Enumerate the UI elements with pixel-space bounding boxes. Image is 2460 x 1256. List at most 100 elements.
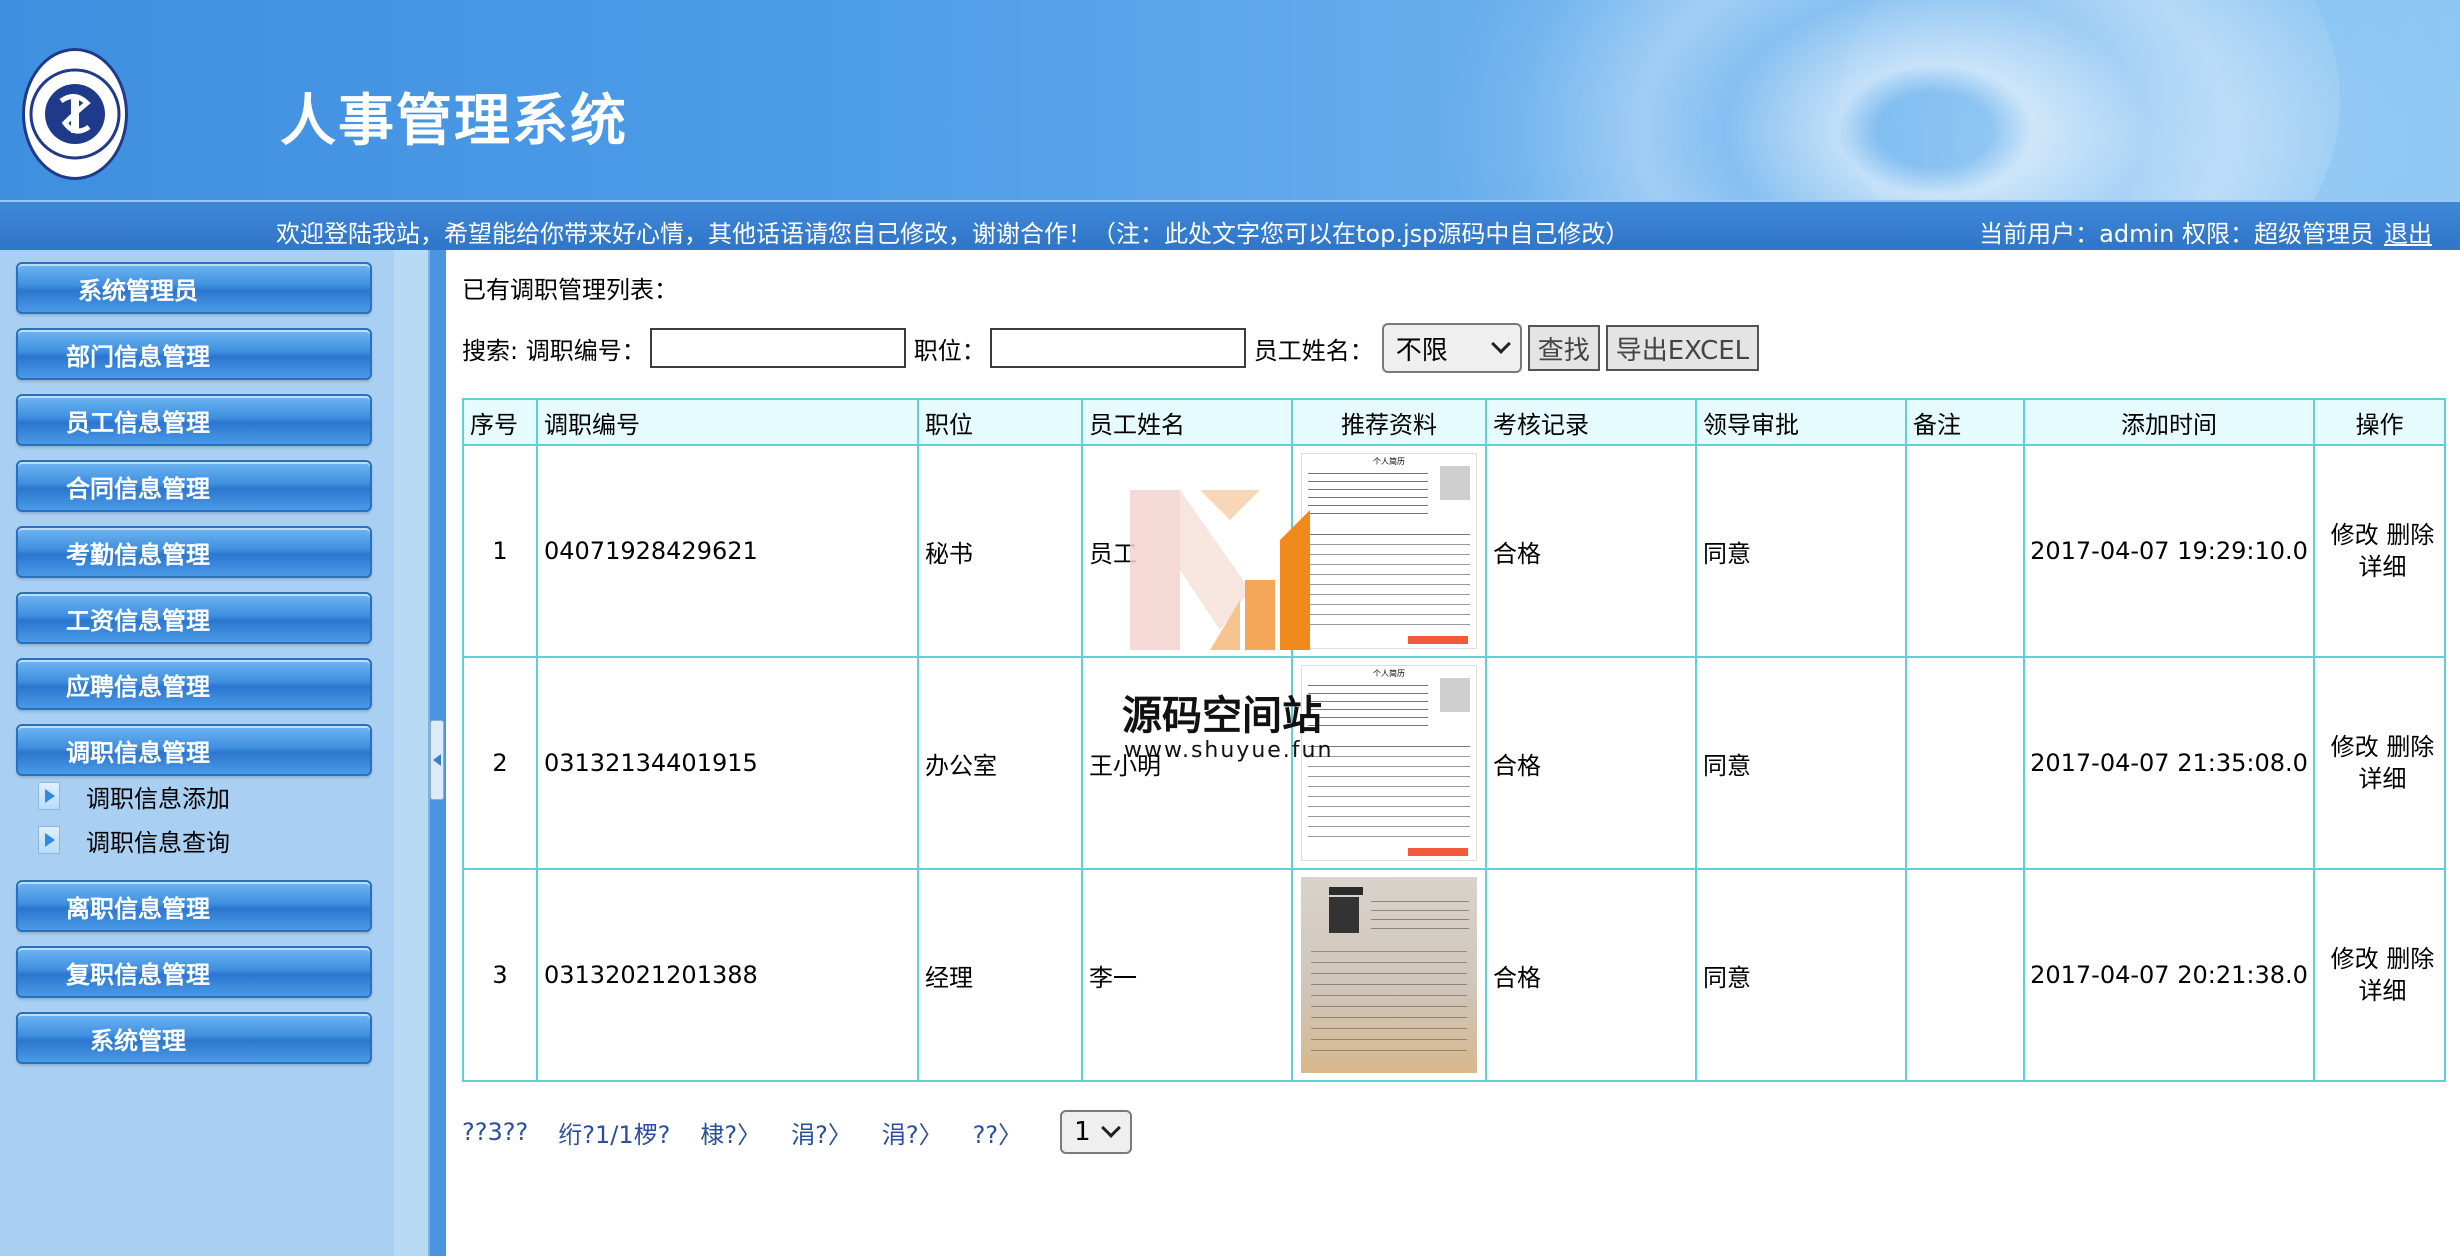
arrow-right-icon (38, 782, 60, 810)
employee-name-select[interactable]: 不限 (1381, 323, 1522, 373)
delete-link[interactable]: 删除 (2386, 945, 2434, 973)
logout-link[interactable]: 退出 (2384, 220, 2432, 248)
cell-code: 03132021201388 (536, 868, 919, 1082)
pagination-page-info: 绗?1/1椤? (558, 1120, 671, 1149)
cell-remark (1905, 444, 2025, 658)
pagination-prev[interactable]: 涓?〉 (791, 1115, 852, 1150)
current-user-text: 当前用户：admin 权限：超级管理员 (1979, 220, 2374, 248)
submenu-item-transfer-add[interactable]: 调职信息添加 (38, 778, 230, 814)
edit-link[interactable]: 修改 (2331, 945, 2379, 973)
sidebar-item-recruitment[interactable]: 应聘信息管理 (16, 658, 372, 710)
cell-resume (1291, 868, 1487, 1082)
table-header-row: 序号 调职编号 职位 员工姓名 推荐资料 考核记录 领导审批 备注 添加时间 操… (462, 398, 2446, 446)
sidebar-item-label: 工资信息管理 (66, 606, 210, 635)
edit-link[interactable]: 修改 (2331, 733, 2379, 761)
column-header: 职位 (917, 398, 1083, 446)
sidebar-item-transfer[interactable]: 调职信息管理 (16, 724, 372, 776)
sidebar-item-salary[interactable]: 工资信息管理 (16, 592, 372, 644)
resume-thumbnail[interactable] (1301, 877, 1477, 1073)
position-input[interactable] (989, 328, 1246, 368)
resume-thumbnail[interactable]: 个人简历 (1301, 453, 1477, 649)
watermark-name: 源码空间站 (1122, 693, 1322, 739)
sidebar-item-label: 系统管理 (90, 1026, 186, 1055)
resume-photo (1440, 678, 1470, 712)
cell-operations: 修改 删除 详细 (2313, 868, 2446, 1082)
cell-operations: 修改 删除 详细 (2313, 444, 2446, 658)
user-info: 当前用户：admin 权限：超级管理员 退出 (1979, 214, 2432, 249)
column-header: 员工姓名 (1081, 398, 1293, 446)
collapse-sidebar-handle[interactable] (430, 720, 444, 800)
cell-code: 03132134401915 (536, 656, 919, 870)
cell-assessment: 合格 (1485, 656, 1697, 870)
list-title: 已有调职管理列表： (462, 276, 678, 304)
table-row: 3 03132021201388 经理 李一 合格 同意 2017-04-07 … (462, 868, 2446, 1082)
delete-link[interactable]: 删除 (2386, 521, 2434, 549)
sidebar-item-label: 部门信息管理 (66, 342, 210, 371)
delete-link[interactable]: 删除 (2386, 733, 2434, 761)
sidebar-item-department[interactable]: 部门信息管理 (16, 328, 372, 380)
column-header: 添加时间 (2023, 398, 2315, 446)
column-header: 领导审批 (1695, 398, 1907, 446)
search-bar: 搜索: 调职编号： 职位： 员工姓名： 不限 查找 导出EXCEL (462, 323, 1760, 373)
pagination-total: ??3?? (462, 1118, 529, 1146)
sidebar-item-label: 考勤信息管理 (66, 540, 210, 569)
cell-resume: 个人简历 (1291, 444, 1487, 658)
page-select-value: 1 (1074, 1117, 1091, 1147)
sidebar-item-label: 系统管理员 (78, 276, 198, 305)
sidebar-item-system-settings[interactable]: 系统管理 (16, 1012, 372, 1064)
transfer-table: 序号 调职编号 职位 员工姓名 推荐资料 考核记录 领导审批 备注 添加时间 操… (462, 398, 2446, 1082)
sidebar-item-system-admin[interactable]: 系统管理员 (16, 262, 372, 314)
arrow-right-icon (38, 826, 60, 854)
resume-photo (1440, 466, 1470, 500)
cell-approval: 同意 (1695, 444, 1907, 658)
employee-name-selected: 不限 (1395, 335, 1448, 366)
edit-link[interactable]: 修改 (2331, 521, 2379, 549)
pagination-next[interactable]: 涓?〉 (882, 1115, 943, 1150)
header-banner: 人事管理系统 (0, 0, 2460, 200)
pagination: ??3?? 绗?1/1椤? 棣?〉 涓?〉 涓?〉 ??〉 1 (462, 1110, 1133, 1154)
column-header: 备注 (1905, 398, 2025, 446)
detail-link[interactable]: 详细 (2359, 977, 2407, 1005)
welcome-bar: 欢迎登陆我站，希望能给你带来好心情，其他话语请您自己修改，谢谢合作！（注：此处文… (0, 200, 2460, 250)
splitter-inner (394, 250, 430, 1256)
cell-remark (1905, 656, 2025, 870)
submenu-item-label: 调职信息查询 (86, 828, 230, 857)
cell-position: 办公室 (917, 656, 1083, 870)
sidebar-item-label: 合同信息管理 (66, 474, 210, 503)
cell-assessment: 合格 (1485, 868, 1697, 1082)
sidebar-item-resignation[interactable]: 离职信息管理 (16, 880, 372, 932)
pagination-last[interactable]: ??〉 (973, 1115, 1022, 1150)
cell-remark (1905, 868, 2025, 1082)
header-decoration-2 (1840, 0, 2460, 200)
column-header: 调职编号 (536, 398, 919, 446)
detail-link[interactable]: 详细 (2359, 765, 2407, 793)
cell-name: 李一 (1081, 868, 1293, 1082)
cell-time: 2017-04-07 20:21:38.0 (2023, 868, 2315, 1082)
resume-thumbnail[interactable]: 个人简历 (1301, 665, 1477, 861)
sidebar-item-employee[interactable]: 员工信息管理 (16, 394, 372, 446)
export-excel-button[interactable]: 导出EXCEL (1605, 325, 1760, 371)
submenu-item-transfer-query[interactable]: 调职信息查询 (38, 822, 230, 858)
search-button[interactable]: 查找 (1527, 325, 1600, 371)
cell-code: 04071928429621 (536, 444, 919, 658)
sidebar-item-label: 应聘信息管理 (66, 672, 210, 701)
cell-time: 2017-04-07 19:29:10.0 (2023, 444, 2315, 658)
sidebar-item-attendance[interactable]: 考勤信息管理 (16, 526, 372, 578)
search-code-label: 搜索: 调职编号： (462, 336, 646, 365)
cell-operations: 修改 删除 详细 (2313, 656, 2446, 870)
chevron-down-icon (1490, 334, 1511, 354)
detail-link[interactable]: 详细 (2359, 553, 2407, 581)
transfer-code-input[interactable] (649, 328, 906, 368)
sidebar-item-contract[interactable]: 合同信息管理 (16, 460, 372, 512)
position-label: 职位： (913, 336, 986, 365)
table-row: 1 04071928429621 秘书 员工 个人简历 合格 同意 2017-0… (462, 444, 2446, 658)
app-title: 人事管理系统 (280, 89, 628, 154)
column-header: 操作 (2313, 398, 2446, 446)
page-select[interactable]: 1 (1060, 1110, 1133, 1154)
sidebar-item-reinstatement[interactable]: 复职信息管理 (16, 946, 372, 998)
sidebar-item-label: 离职信息管理 (66, 894, 210, 923)
cell-time: 2017-04-07 21:35:08.0 (2023, 656, 2315, 870)
pagination-first[interactable]: 棣?〉 (700, 1115, 761, 1150)
cell-name: 员工 (1081, 444, 1293, 658)
cell-position: 秘书 (917, 444, 1083, 658)
